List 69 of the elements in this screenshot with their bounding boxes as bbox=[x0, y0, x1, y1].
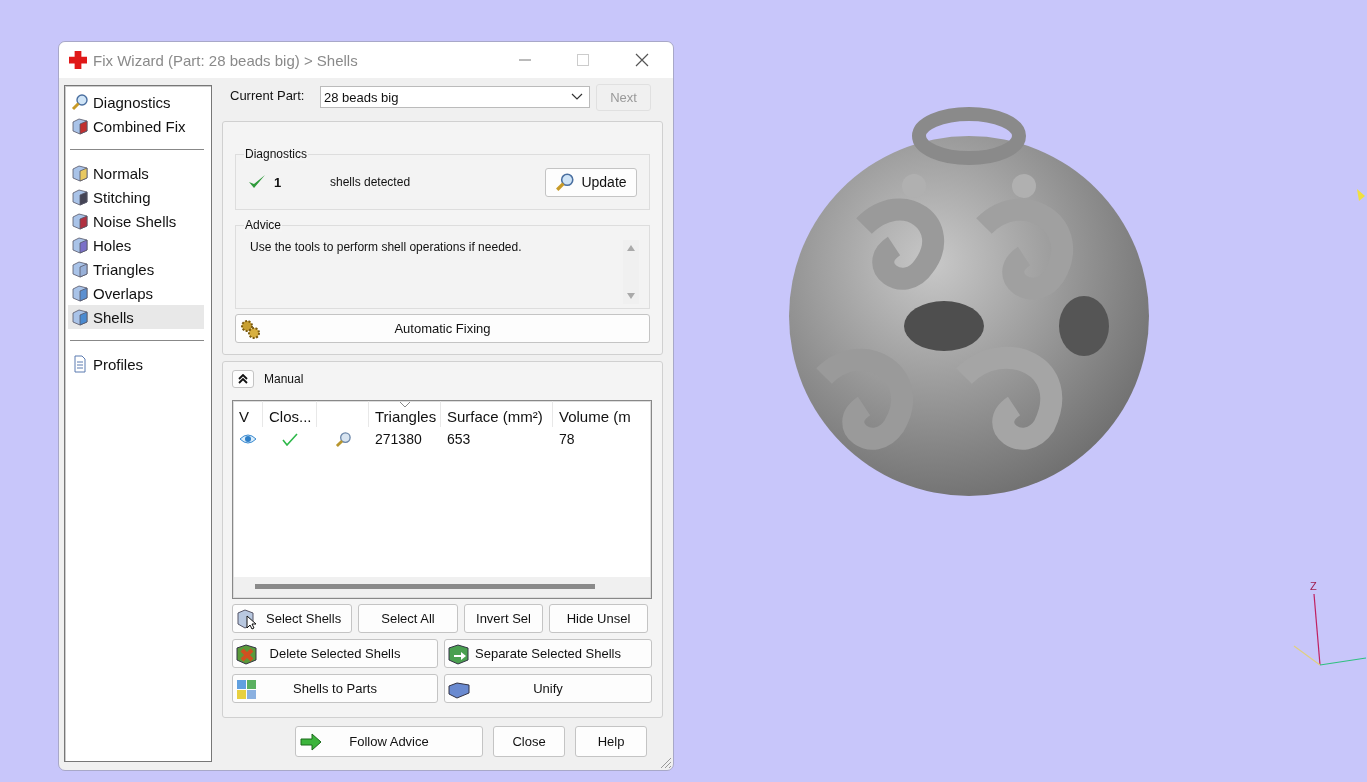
gears-icon bbox=[239, 318, 261, 340]
automatic-fixing-button[interactable]: Automatic Fixing bbox=[235, 314, 650, 343]
dialog-button[interactable]: Follow Advice bbox=[295, 726, 483, 757]
table-cell-text: 78 bbox=[558, 430, 576, 449]
cube-icon bbox=[235, 643, 259, 665]
cube-icon bbox=[71, 117, 89, 135]
part-dropdown[interactable]: 28 beads big bbox=[320, 86, 590, 108]
sidebar-item[interactable]: Diagnostics bbox=[68, 90, 204, 114]
double-chevron-up-icon bbox=[238, 374, 248, 384]
cube-icon bbox=[71, 236, 89, 254]
sidebar-item[interactable]: Normals bbox=[68, 161, 204, 185]
table-cell-text: 271380 bbox=[374, 430, 423, 449]
table-cell-text: 653 bbox=[446, 430, 472, 449]
update-button[interactable]: Update bbox=[545, 167, 637, 197]
horizontal-scrollbar[interactable] bbox=[234, 577, 650, 597]
magnifier-icon[interactable] bbox=[334, 430, 352, 448]
column-header[interactable]: Volume (m bbox=[553, 401, 645, 427]
dialog-button[interactable]: Close bbox=[493, 726, 565, 757]
column-header[interactable]: Surface (mm²) bbox=[441, 401, 553, 427]
diagnostic-text: shells detected bbox=[330, 175, 412, 189]
tool-button[interactable]: Shells to Parts bbox=[232, 674, 438, 703]
tool-button[interactable]: Hide Unsel bbox=[549, 604, 648, 633]
cube-arrow-icon bbox=[447, 643, 471, 665]
sidebar-item[interactable]: Combined Fix bbox=[68, 114, 204, 138]
tool-button[interactable]: Separate Selected Shells bbox=[444, 639, 652, 668]
column-header[interactable]: Clos... bbox=[263, 401, 317, 427]
sidebar-item[interactable]: Overlaps bbox=[68, 281, 204, 305]
column-header[interactable]: V bbox=[233, 401, 263, 427]
magnifier-icon bbox=[555, 172, 576, 192]
sidebar-item[interactable]: Profiles bbox=[68, 352, 204, 376]
manual-title: Manual bbox=[264, 372, 304, 386]
column-header[interactable]: Triangles bbox=[369, 401, 441, 427]
close-icon[interactable] bbox=[635, 53, 649, 67]
sidebar-item[interactable]: Shells bbox=[68, 305, 204, 329]
cube-icon bbox=[71, 164, 89, 182]
group-title: Advice bbox=[244, 218, 283, 232]
advice-text: Use the tools to perform shell operations if needed. bbox=[250, 240, 523, 256]
sidebar-item[interactable]: Stitching bbox=[68, 185, 204, 209]
sidebar-item[interactable]: Noise Shells bbox=[68, 209, 204, 233]
dialog-button[interactable]: Help bbox=[575, 726, 647, 757]
eye-icon[interactable] bbox=[239, 433, 257, 445]
cube-icon bbox=[71, 212, 89, 230]
collapse-button[interactable] bbox=[232, 370, 254, 388]
group-title: Diagnostics bbox=[244, 147, 309, 161]
current-part-label: Current Part: bbox=[230, 87, 306, 103]
arrow-marker-icon bbox=[1356, 188, 1366, 202]
cube-icon bbox=[71, 308, 89, 326]
scroll-down-icon[interactable] bbox=[626, 292, 636, 300]
maximize-icon[interactable] bbox=[577, 54, 589, 66]
tool-button[interactable]: Delete Selected Shells bbox=[232, 639, 438, 668]
tool-button[interactable]: Select Shells bbox=[232, 604, 352, 633]
medical-cross-icon bbox=[69, 51, 87, 69]
scroll-up-icon[interactable] bbox=[626, 244, 636, 252]
cube-icon bbox=[71, 188, 89, 206]
sidebar-item[interactable]: Triangles bbox=[68, 257, 204, 281]
arrow-right-icon bbox=[300, 733, 322, 751]
sidebar-item[interactable]: Holes bbox=[68, 233, 204, 257]
shell-count: 1 bbox=[274, 174, 283, 190]
document-icon bbox=[71, 355, 89, 373]
tool-button[interactable]: Invert Sel bbox=[464, 604, 543, 633]
chevron-down-icon bbox=[571, 93, 583, 101]
cube-icon bbox=[71, 260, 89, 278]
window-title: Fix Wizard (Part: 28 beads big) > Shells bbox=[93, 51, 359, 69]
tool-button[interactable]: Unify bbox=[444, 674, 652, 703]
magnifier-icon bbox=[71, 93, 89, 111]
cube-icon bbox=[71, 284, 89, 302]
tool-button[interactable]: Select All bbox=[358, 604, 458, 633]
axis-label: Z bbox=[1310, 580, 1317, 592]
resize-grip-icon[interactable] bbox=[660, 757, 672, 769]
